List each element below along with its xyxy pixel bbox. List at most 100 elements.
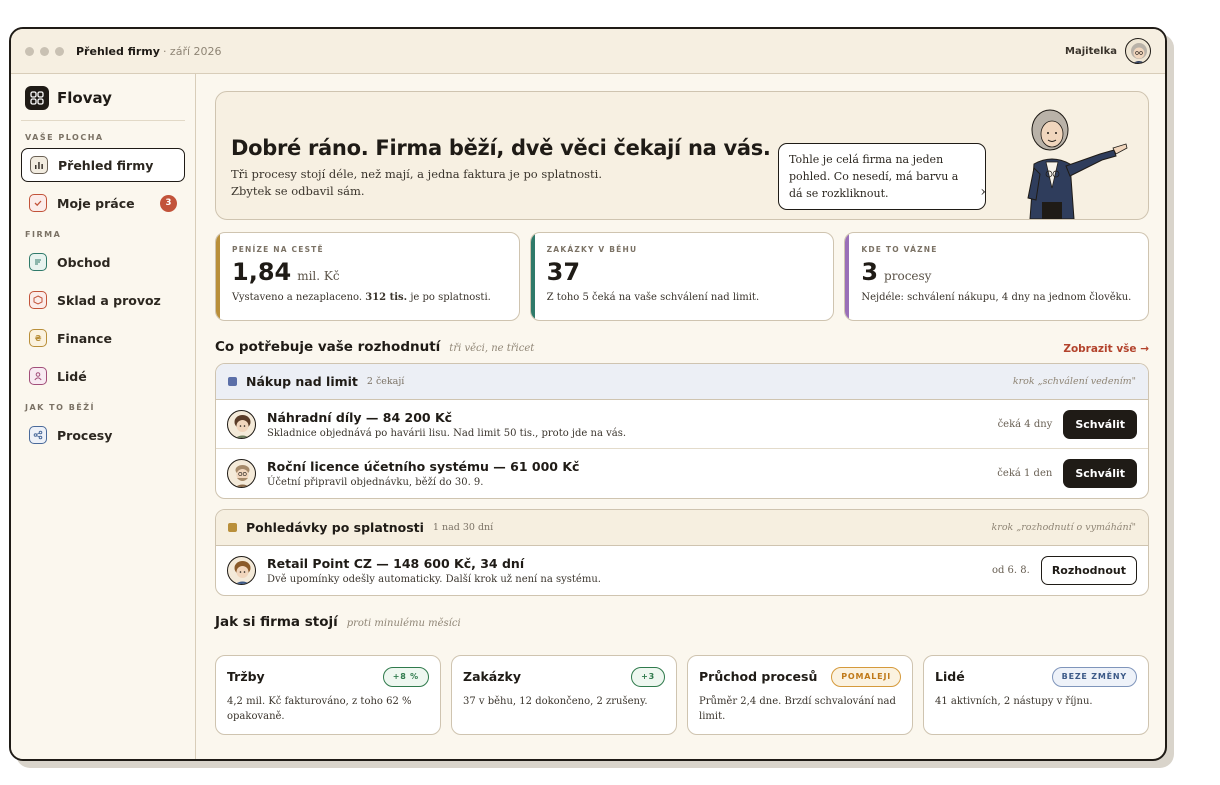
decision-group-purchase: Nákup nad limit 2 čekají krok „schválení…	[215, 363, 1149, 499]
user-avatar[interactable]	[1125, 38, 1151, 64]
user-name: Majitelka	[1065, 45, 1117, 57]
sidebar-item-lide[interactable]: Lidé	[21, 359, 185, 393]
group-header[interactable]: Nákup nad limit 2 čekají krok „schválení…	[216, 364, 1148, 400]
sidebar-item-label: Moje práce	[57, 195, 135, 211]
stat-label: KDE TO VÁZNE	[861, 245, 938, 254]
group-step: krok „rozhodnutí o vymáhání"	[991, 522, 1136, 533]
group-header[interactable]: Pohledávky po splatnosti 1 nad 30 dní kr…	[216, 510, 1148, 546]
window-subtitle: · září 2026	[162, 44, 222, 58]
coin-icon: ₴	[29, 329, 47, 347]
user-avatar-icon	[1131, 43, 1147, 63]
kpi-title: Lidé	[935, 669, 965, 684]
wait-time: od 6. 8.	[991, 565, 1030, 576]
group-step: krok „schválení vedením"	[1012, 376, 1136, 387]
stat-card-bottlenecks[interactable]: KDE TO VÁZNE 3 procesy Nejdéle: schválen…	[844, 232, 1150, 321]
trend-badge: BEZE ZMĚNY	[1051, 666, 1137, 687]
kpi-card-process-flow[interactable]: Průchod procesů POMALEJI Průměr 2,4 dne.…	[687, 655, 913, 735]
sidebar-item-label: Sklad a provoz	[57, 292, 161, 308]
sidebar-item-prehled-firmy[interactable]: Přehled firmy	[21, 148, 185, 182]
window-dot-maximize[interactable]	[55, 46, 64, 56]
mascot-illustration	[1027, 109, 1128, 219]
title-bar: Přehled firmy · září 2026 Majitelka	[11, 29, 1165, 74]
stat-value: 3	[861, 258, 879, 286]
row-description: Dvě upomínky odešly automaticky. Další k…	[267, 574, 601, 585]
window-dot-close[interactable]	[25, 46, 34, 56]
kpi-row: Tržby +8 % 4,2 mil. Kč fakturováno, z to…	[215, 655, 1149, 735]
row-description: Účetní připravil objednávku, běží do 30.…	[267, 477, 484, 488]
document-lines-icon	[29, 253, 47, 271]
stat-description: Vystaveno a nezaplaceno. 312 tis. je po …	[232, 292, 491, 303]
window-title: Přehled firmy	[76, 44, 160, 58]
avatar	[227, 459, 256, 488]
kpi-description: 4,2 mil. Kč fakturováno, z toho 62 % opa…	[227, 696, 412, 722]
trend-badge: +3	[631, 666, 665, 687]
hero-card: Dobré ráno. Firma běží, dvě věci čekají …	[215, 91, 1149, 220]
list-item[interactable]: Náhradní díly — 84 200 Kč Skladnice obje…	[216, 400, 1148, 449]
group-title: Pohledávky po splatnosti	[246, 520, 424, 535]
stat-description: Z toho 5 čeká na vaše schválení nad limi…	[546, 292, 760, 303]
window-dot-minimize[interactable]	[40, 46, 49, 56]
box-icon	[29, 291, 47, 309]
stat-unit: procesy	[884, 269, 932, 283]
svg-text:₴: ₴	[35, 334, 42, 343]
section-label-jak-to-bezi: JAK TO BĚŽÍ	[25, 403, 96, 412]
window-controls[interactable]	[25, 46, 64, 56]
group-color-marker	[228, 523, 237, 532]
stat-description: Nejdéle: schválení nákupu, 4 dny na jedn…	[861, 292, 1132, 303]
section-label-firma: FIRMA	[25, 230, 62, 239]
group-color-marker	[228, 377, 237, 386]
hero-text: Tři procesy stojí déle, než mají, a jedn…	[231, 167, 602, 198]
trend-badge: +8 %	[382, 666, 429, 687]
sidebar-item-finance[interactable]: ₴ Finance	[21, 321, 185, 355]
approve-button[interactable]: Schválit	[1063, 409, 1137, 439]
show-all-link[interactable]: Zobrazit vše →	[1063, 343, 1149, 355]
kpi-description: Průměr 2,4 dne. Brzdí schvalování nad li…	[699, 696, 896, 722]
person-icon	[29, 367, 47, 385]
decide-button[interactable]: Rozhodnout	[1040, 556, 1137, 585]
sidebar-item-procesy[interactable]: Procesy	[21, 418, 185, 452]
sidebar-item-obchod[interactable]: Obchod	[21, 245, 185, 279]
sidebar-item-label: Přehled firmy	[58, 157, 154, 173]
kpi-card-revenue[interactable]: Tržby +8 % 4,2 mil. Kč fakturováno, z to…	[215, 655, 441, 735]
wait-time: čeká 4 dny	[997, 418, 1053, 430]
stat-card-orders[interactable]: ZAKÁZKY V BĚHU 37 Z toho 5 čeká na vaše …	[529, 232, 835, 321]
sidebar-item-label: Lidé	[57, 368, 87, 384]
group-count: 1 nad 30 dní	[432, 522, 494, 533]
avatar	[227, 409, 256, 439]
stat-value: 1,84	[232, 258, 292, 286]
main-content: Dobré ráno. Firma běží, dvě věci čekají …	[215, 91, 1150, 735]
sidebar-item-sklad-a-provoz[interactable]: Sklad a provoz	[21, 283, 185, 317]
speech-bubble: Tohle je celá firma na jeden pohled. Co …	[778, 143, 986, 210]
list-item[interactable]: Roční licence účetního systému — 61 000 …	[216, 449, 1148, 498]
notification-badge: 3	[160, 194, 177, 212]
section-subtitle: proti minulému měsíci	[346, 618, 461, 629]
group-count: 2 čekají	[366, 376, 405, 387]
brand[interactable]: Flovay	[21, 86, 185, 121]
wait-time: čeká 1 den	[997, 468, 1053, 479]
row-title: Náhradní díly — 84 200 Kč	[267, 409, 453, 425]
sidebar-item-label: Obchod	[57, 254, 111, 270]
decisions-header: Co potřebuje vaše rozhodnutí tři věci, n…	[215, 335, 1149, 355]
row-description: Skladnice objednává po havárii lisu. Nad…	[267, 427, 627, 439]
kpi-card-orders[interactable]: Zakázky +3 37 v běhu, 12 dokončeno, 2 zr…	[451, 655, 677, 735]
approve-button[interactable]: Schválit	[1063, 459, 1137, 488]
list-item[interactable]: Retail Point CZ — 148 600 Kč, 34 dní Dvě…	[216, 546, 1148, 595]
trend-badge: POMALEJI	[831, 666, 901, 687]
app-window: Přehled firmy · září 2026 Majitelka Flov…	[9, 27, 1167, 761]
stat-card-money[interactable]: PENÍZE NA CESTĚ 1,84 mil. Kč Vystaveno a…	[215, 232, 520, 321]
section-title: Jak si firma stojí	[215, 614, 338, 630]
stat-label: ZAKÁZKY V BĚHU	[546, 245, 638, 254]
sidebar-item-label: Procesy	[57, 427, 113, 443]
stat-unit: mil. Kč	[297, 269, 340, 283]
kpi-title: Tržby	[227, 669, 265, 684]
row-title: Retail Point CZ — 148 600 Kč, 34 dní	[267, 556, 525, 571]
stat-label: PENÍZE NA CESTĚ	[232, 245, 324, 254]
sidebar-item-moje-prace[interactable]: Moje práce 3	[21, 186, 185, 220]
section-label-vase-plocha: VAŠE PLOCHA	[25, 133, 104, 142]
brand-grid-icon	[25, 86, 49, 110]
kpi-title: Zakázky	[463, 669, 521, 684]
kpi-description: 37 v běhu, 12 dokončeno, 2 zrušeny.	[463, 696, 648, 707]
kpi-card-people[interactable]: Lidé BEZE ZMĚNY 41 aktivních, 2 nástupy …	[923, 655, 1149, 735]
group-title: Nákup nad limit	[246, 374, 358, 389]
speech-bubble-text: Tohle je celá firma na jeden pohled. Co …	[789, 153, 959, 200]
